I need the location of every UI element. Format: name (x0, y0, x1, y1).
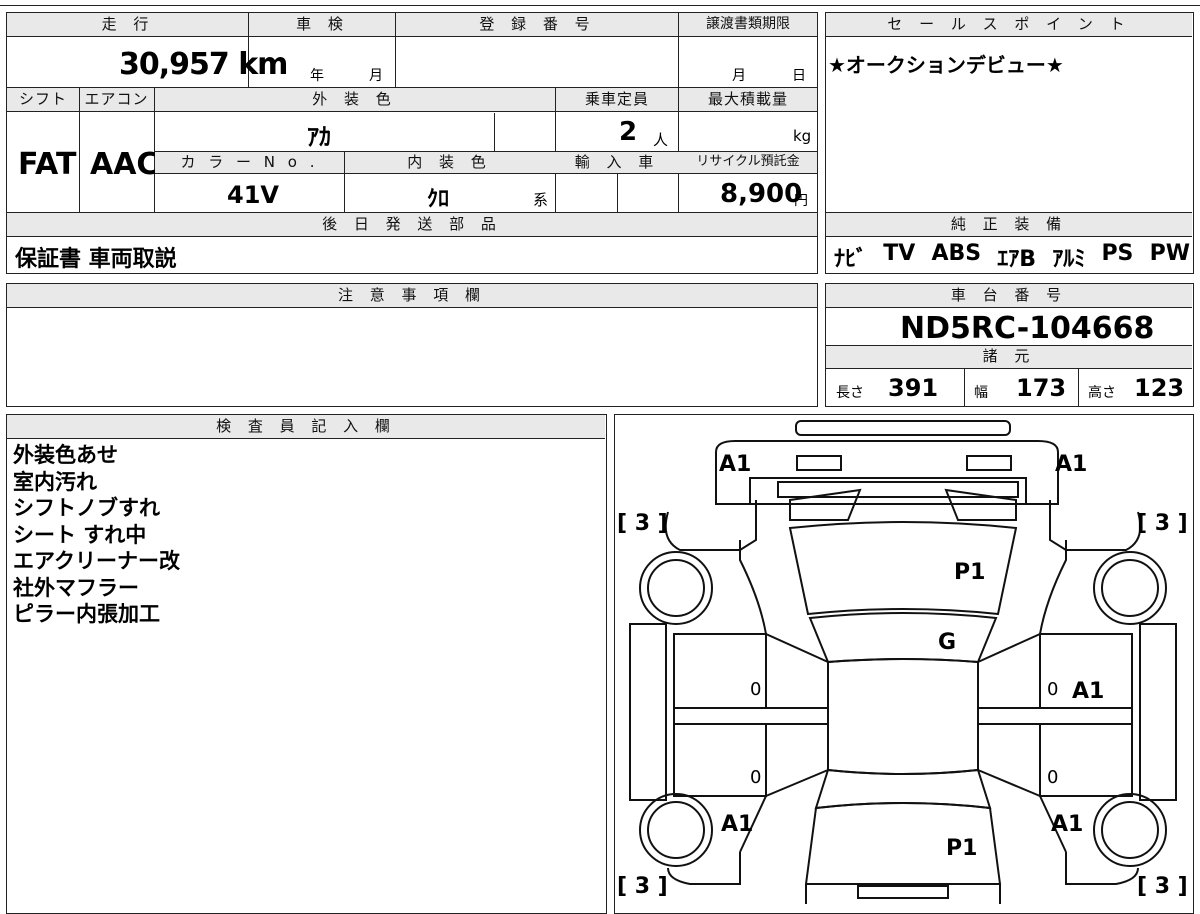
caution-header: 注 意 事 項 欄 (7, 284, 817, 308)
mark-tire-fl: [ 3 ] (617, 511, 668, 536)
mark-trunk: P1 (946, 836, 978, 861)
capacity-unit: 人 (653, 131, 669, 149)
genuine-equipment-header: 純 正 装 備 (826, 213, 1192, 237)
spec-height-value: 123 (1134, 374, 1185, 402)
mark-tire-rl: [ 3 ] (617, 874, 668, 899)
interior-color-value: ｸﾛ (427, 187, 450, 212)
equipment-navi: ﾅﾋﾞ (834, 247, 868, 272)
car-diagram-box: A1 A1 [ 3 ] [ 3 ] P1 G 0 0 A1 0 0 A1 A1 … (614, 414, 1194, 914)
aircon-header: エアコン (79, 88, 154, 112)
color-no-value: 41V (227, 181, 279, 209)
note-line: エアクリーナー改 (13, 549, 180, 573)
spec-length-value: 391 (888, 374, 939, 402)
mark-door-l-front: 0 (750, 679, 762, 700)
note-line: シート すれ中 (13, 522, 147, 547)
shaken-month-unit: 月 (369, 68, 383, 84)
inspector-notes-list: 外装色あせ 室内汚れ シフトノブすれ シート すれ中 エアクリーナー改 社外マフ… (13, 442, 180, 628)
max-load-unit: kg (793, 127, 812, 145)
mark-front-right: A1 (1055, 452, 1088, 477)
capacity-header: 乗車定員 (555, 88, 679, 112)
transfer-day-unit: 日 (792, 68, 806, 84)
mark-windshield: G (938, 630, 957, 655)
exterior-color-value: ｱｶ (307, 123, 331, 151)
shaken-header: 車 検 (249, 13, 396, 37)
note-line: 社外マフラー (13, 575, 139, 600)
sales-point-text: ★オークションデビュー★ (828, 53, 1064, 77)
mark-front-left: A1 (719, 452, 752, 477)
sales-point-box: セ ー ル ス ポ イ ン ト ★オークションデビュー★ 純 正 装 備 ﾅﾋﾞ… (825, 12, 1194, 274)
shift-header: シフト (7, 88, 79, 112)
recycle-fee-value: 8,900 (720, 179, 803, 209)
import-car-header: 輸 入 車 (555, 152, 679, 174)
recycle-fee-header: リサイクル預託金 (679, 152, 817, 174)
caution-box: 注 意 事 項 欄 (6, 283, 818, 407)
note-line: ピラー内張加工 (13, 602, 160, 626)
mark-door-l-rear: 0 (750, 767, 762, 788)
spec-height-label: 高さ (1088, 385, 1116, 401)
top-strip (0, 0, 1200, 6)
spec-width-value: 173 (1016, 374, 1067, 402)
interior-color-header: 内 装 色 (344, 152, 555, 174)
color-no-header: カ ラ ー N o . (155, 152, 344, 174)
mark-door-r-front: 0 (1047, 679, 1059, 700)
genuine-equipment-list: ﾅﾋﾞ TV ABS ｴｱB ｱﾙﾐ PS PW (834, 241, 1190, 273)
equipment-ps: PS (1101, 241, 1134, 266)
mark-hood: P1 (954, 560, 986, 585)
shaken-year-unit: 年 (310, 68, 324, 84)
mark-rear-right: A1 (1051, 812, 1084, 837)
inspector-notes-box: 検 査 員 記 入 欄 外装色あせ 室内汚れ シフトノブすれ シート すれ中 エ… (6, 414, 607, 914)
note-line: 外装色あせ (13, 443, 118, 467)
equipment-tv: TV (883, 241, 916, 266)
max-load-header: 最大積載量 (679, 88, 817, 112)
aircon-value: AAC (90, 147, 159, 182)
chassis-header: 車 台 番 号 (826, 284, 1192, 308)
chassis-box: 車 台 番 号 ND5RC-104668 諸 元 長さ 391 幅 173 高さ… (825, 283, 1194, 407)
equipment-alloy: ｱﾙﾐ (1052, 247, 1086, 272)
capacity-value: 2 (619, 117, 638, 147)
mark-door-r-rear: 0 (1047, 767, 1059, 788)
exterior-color-header: 外 装 色 (154, 88, 555, 112)
mark-right-side: A1 (1072, 679, 1105, 704)
note-line: シフトノブすれ (13, 496, 160, 520)
equipment-airbag: ｴｱB (997, 247, 1037, 272)
mileage-header: 走 行 (7, 13, 249, 37)
chassis-number: ND5RC-104668 (900, 311, 1155, 346)
later-parts-value: 保証書 車両取説 (15, 247, 177, 272)
equipment-abs: ABS (931, 241, 982, 266)
spec-width-label: 幅 (974, 385, 988, 401)
note-line: 室内汚れ (13, 469, 97, 494)
equipment-pw: PW (1149, 241, 1190, 266)
transfer-deadline-header: 譲渡書類期限 (679, 13, 817, 37)
mark-rear-left: A1 (721, 812, 754, 837)
interior-color-suffix: 系 (533, 191, 549, 209)
sales-point-header: セ ー ル ス ポ イ ン ト (826, 13, 1192, 37)
recycle-fee-unit: 円 (794, 193, 808, 209)
mark-tire-rr: [ 3 ] (1137, 874, 1188, 899)
inspector-header: 検 査 員 記 入 欄 (7, 415, 605, 439)
car-diagram (628, 419, 1177, 904)
spec-length-label: 長さ (836, 385, 864, 401)
vehicle-info-form: 走 行 車 検 登 録 番 号 譲渡書類期限 30,957 km 年 月 月 日… (6, 12, 818, 274)
transfer-month-unit: 月 (732, 68, 746, 84)
mark-tire-fr: [ 3 ] (1137, 511, 1188, 536)
specs-header: 諸 元 (826, 346, 1192, 369)
shift-value: FAT (18, 147, 77, 182)
later-parts-header: 後 日 発 送 部 品 (7, 213, 817, 237)
registration-header: 登 録 番 号 (396, 13, 679, 37)
mileage-value: 30,957 km (119, 47, 288, 82)
